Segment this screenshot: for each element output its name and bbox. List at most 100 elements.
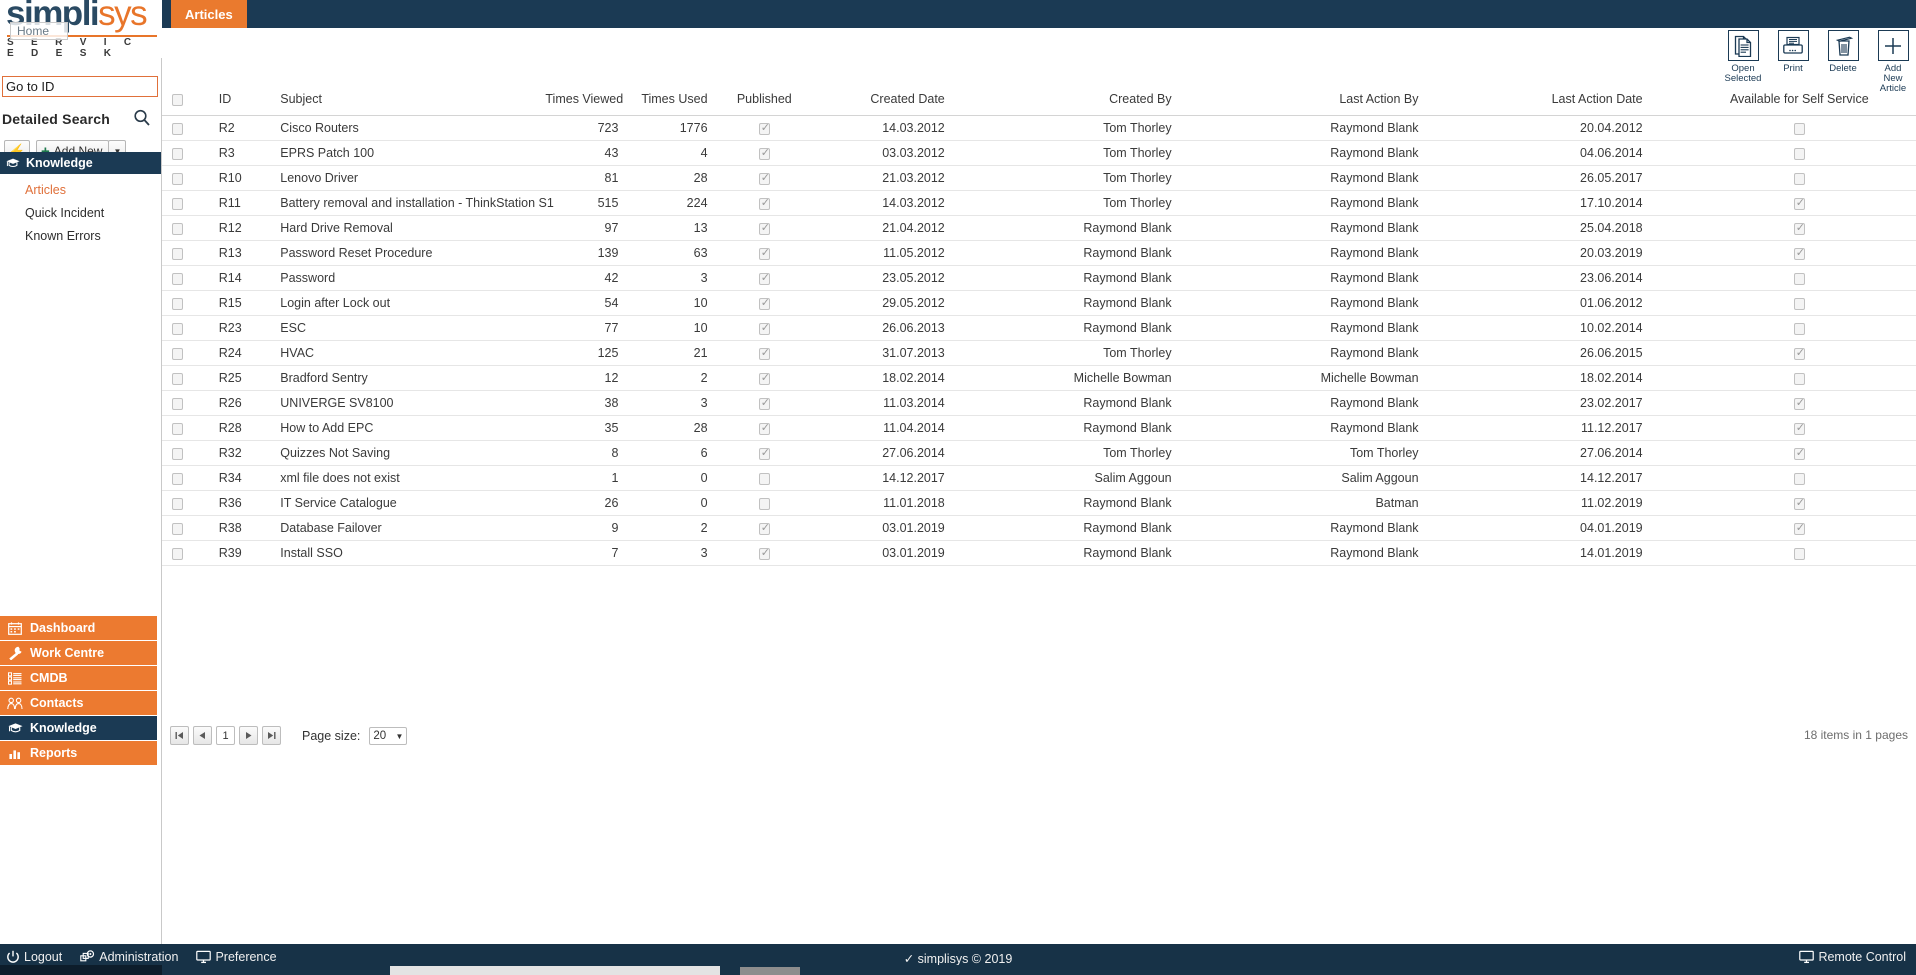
- table-row[interactable]: R39Install SSO7303.01.2019Raymond BlankR…: [162, 540, 1916, 566]
- cell-self-service[interactable]: [1682, 165, 1916, 191]
- home-breadcrumb-chip[interactable]: Home: [10, 22, 69, 40]
- sidebar-item-cmdb[interactable]: CMDB: [0, 666, 157, 690]
- cell-published[interactable]: [715, 315, 814, 341]
- cell-self-service[interactable]: [1682, 140, 1916, 166]
- cell-self-service[interactable]: [1682, 240, 1916, 266]
- col-last-action-date[interactable]: Last Action Date: [1470, 86, 1683, 116]
- col-times-viewed[interactable]: Times Viewed: [537, 86, 627, 116]
- checkbox-indicator[interactable]: [758, 321, 770, 335]
- table-row[interactable]: R38Database Failover9203.01.2019Raymond …: [162, 515, 1916, 541]
- cell-self-service[interactable]: [1682, 490, 1916, 516]
- row-select-checkbox-cell[interactable]: [162, 540, 211, 566]
- cell-published[interactable]: [715, 290, 814, 316]
- cell-published[interactable]: [715, 265, 814, 291]
- checkbox-indicator[interactable]: [758, 271, 770, 285]
- row-select-checkbox[interactable]: [172, 422, 183, 435]
- table-row[interactable]: R28How to Add EPC352811.04.2014Raymond B…: [162, 415, 1916, 441]
- goto-id-input[interactable]: [2, 76, 158, 97]
- remote-control-button[interactable]: Remote Control: [1799, 950, 1906, 964]
- checkbox-indicator[interactable]: [1793, 421, 1805, 435]
- checkbox-indicator[interactable]: [1793, 346, 1805, 360]
- search-icon[interactable]: [132, 108, 152, 128]
- open-selected-button[interactable]: Open Selected: [1724, 30, 1762, 84]
- row-select-checkbox-cell[interactable]: [162, 390, 211, 416]
- col-created-date[interactable]: Created Date: [813, 86, 983, 116]
- row-select-checkbox[interactable]: [172, 522, 183, 535]
- current-page-number[interactable]: 1: [216, 726, 235, 745]
- table-row[interactable]: R25Bradford Sentry12218.02.2014Michelle …: [162, 365, 1916, 391]
- row-select-checkbox[interactable]: [172, 247, 183, 260]
- row-select-checkbox-cell[interactable]: [162, 240, 211, 266]
- last-page-button[interactable]: [262, 726, 281, 745]
- col-id[interactable]: ID: [210, 86, 273, 116]
- cell-published[interactable]: [715, 465, 814, 491]
- row-select-checkbox-cell[interactable]: [162, 340, 211, 366]
- table-row[interactable]: R26UNIVERGE SV810038311.03.2014Raymond B…: [162, 390, 1916, 416]
- row-select-checkbox-cell[interactable]: [162, 490, 211, 516]
- cell-published[interactable]: [715, 515, 814, 541]
- checkbox-indicator[interactable]: [1793, 322, 1805, 335]
- cell-published[interactable]: [715, 340, 814, 366]
- delete-button[interactable]: Delete: [1824, 30, 1862, 74]
- page-size-select[interactable]: 20 ▼: [369, 726, 408, 745]
- row-select-checkbox[interactable]: [172, 172, 183, 185]
- sidebar-item-contacts[interactable]: Contacts: [0, 691, 157, 715]
- row-select-checkbox[interactable]: [172, 497, 183, 510]
- cell-self-service[interactable]: [1682, 415, 1916, 441]
- checkbox-indicator[interactable]: [758, 472, 770, 485]
- table-row[interactable]: R23ESC771026.06.2013Raymond BlankRaymond…: [162, 315, 1916, 341]
- cell-self-service[interactable]: [1682, 290, 1916, 316]
- row-select-checkbox-cell[interactable]: [162, 215, 211, 241]
- horizontal-scrollbar[interactable]: [0, 965, 1916, 975]
- checkbox-indicator[interactable]: [1793, 122, 1805, 135]
- cell-published[interactable]: [715, 490, 814, 516]
- sidebar-item-known-errors[interactable]: Known Errors: [0, 224, 161, 247]
- table-row[interactable]: R2Cisco Routers7231776 14.03.2012Tom Thor…: [162, 115, 1916, 141]
- row-select-checkbox-cell[interactable]: [162, 465, 211, 491]
- cell-published[interactable]: [715, 190, 814, 216]
- checkbox-indicator[interactable]: [1793, 246, 1805, 260]
- row-select-checkbox[interactable]: [172, 397, 183, 410]
- cell-self-service[interactable]: [1682, 540, 1916, 566]
- cell-self-service[interactable]: [1682, 340, 1916, 366]
- col-times-used[interactable]: Times Used: [626, 86, 716, 116]
- checkbox-indicator[interactable]: [758, 521, 770, 535]
- checkbox-indicator[interactable]: [758, 221, 770, 235]
- row-select-checkbox[interactable]: [172, 297, 183, 310]
- cell-published[interactable]: [715, 240, 814, 266]
- checkbox-indicator[interactable]: [758, 446, 770, 460]
- cell-published[interactable]: [715, 140, 814, 166]
- row-select-checkbox-cell[interactable]: [162, 415, 211, 441]
- checkbox-indicator[interactable]: [1793, 496, 1805, 510]
- checkbox-indicator[interactable]: [1793, 446, 1805, 460]
- col-last-action-by[interactable]: Last Action By: [1226, 86, 1471, 116]
- checkbox-indicator[interactable]: [758, 121, 770, 135]
- checkbox-indicator[interactable]: [1793, 472, 1805, 485]
- row-select-checkbox-cell[interactable]: [162, 515, 211, 541]
- row-select-checkbox[interactable]: [172, 197, 183, 210]
- row-select-checkbox-cell[interactable]: [162, 365, 211, 391]
- cell-self-service[interactable]: [1682, 115, 1916, 141]
- cell-published[interactable]: [715, 165, 814, 191]
- table-row[interactable]: R13Password Reset Procedure13963 11.05.20…: [162, 240, 1916, 266]
- row-select-checkbox-cell[interactable]: [162, 440, 211, 466]
- cell-self-service[interactable]: [1682, 215, 1916, 241]
- cell-self-service[interactable]: [1682, 440, 1916, 466]
- print-button[interactable]: Print: [1774, 30, 1812, 74]
- checkbox-indicator[interactable]: [758, 196, 770, 210]
- cell-self-service[interactable]: [1682, 365, 1916, 391]
- checkbox-indicator[interactable]: [1793, 196, 1805, 210]
- cell-self-service[interactable]: [1682, 465, 1916, 491]
- checkbox-indicator[interactable]: [1793, 172, 1805, 185]
- sidebar-item-knowledge[interactable]: Knowledge: [0, 716, 157, 740]
- col-select-all[interactable]: [162, 86, 211, 116]
- cell-published[interactable]: [715, 415, 814, 441]
- checkbox-indicator[interactable]: [758, 497, 770, 510]
- checkbox-indicator[interactable]: [758, 371, 770, 385]
- table-row[interactable]: R11 Battery removal and installation - Th…: [162, 190, 1916, 216]
- row-select-checkbox[interactable]: [172, 347, 183, 360]
- prev-page-button[interactable]: [193, 726, 212, 745]
- checkbox-indicator[interactable]: [1793, 547, 1805, 560]
- table-row[interactable]: R24HVAC12521 31.07.2013Tom ThorleyRaymond…: [162, 340, 1916, 366]
- row-select-checkbox[interactable]: [172, 272, 183, 285]
